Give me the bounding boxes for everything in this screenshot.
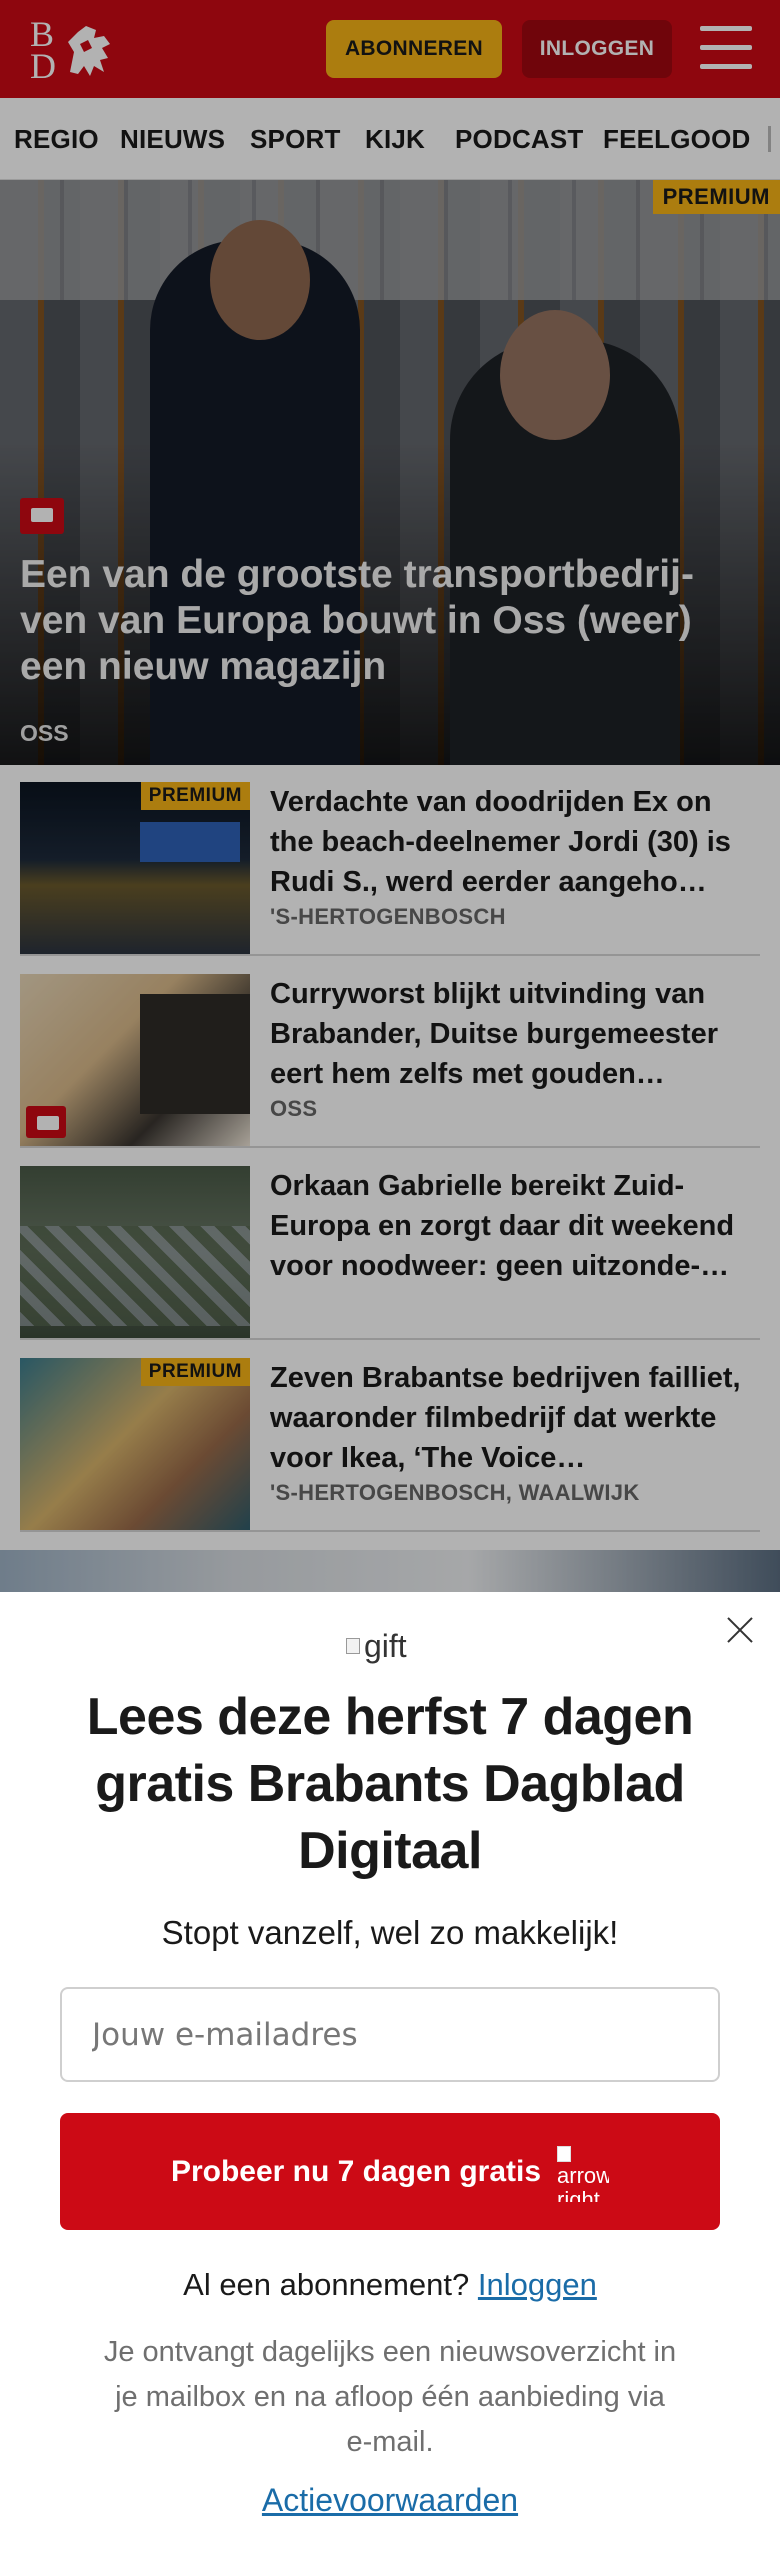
login-link[interactable]: Inloggen [478, 2267, 597, 2302]
arrow-right-icon: arrow right [557, 2142, 609, 2202]
modal-title: Lees deze herfst 7 dagen gratis Brabants… [86, 1688, 694, 1880]
broken-image-icon [346, 1638, 360, 1654]
info-text: Je ontvangt dagelijks een nieuwsoverzich… [103, 2336, 677, 2458]
modal-backdrop[interactable] [0, 0, 780, 1592]
email-field[interactable] [60, 1987, 720, 2082]
cta-label: Probeer nu 7 dagen gratis [170, 2154, 542, 2188]
gift-icon: gift [346, 1626, 407, 1666]
login-prompt-text: Al een abonnement? [183, 2267, 470, 2302]
broken-image-icon [557, 2145, 572, 2162]
arrow-alt-text: arrow right [557, 2162, 610, 2202]
login-prompt: Al een abonnement? Inloggen [60, 2267, 720, 2303]
modal-subtitle: Stopt vanzelf, wel zo makkelijk! [161, 1914, 619, 1951]
gift-alt-text: gift [364, 1627, 407, 1664]
subscription-modal: gift Lees deze herfst 7 dagen gratis Bra… [0, 1592, 780, 2560]
terms-link[interactable]: Actievoorwaarden [60, 2482, 720, 2519]
trial-cta-button[interactable]: Probeer nu 7 dagen gratis arrow right [60, 2113, 720, 2230]
close-icon[interactable] [726, 1616, 754, 1644]
